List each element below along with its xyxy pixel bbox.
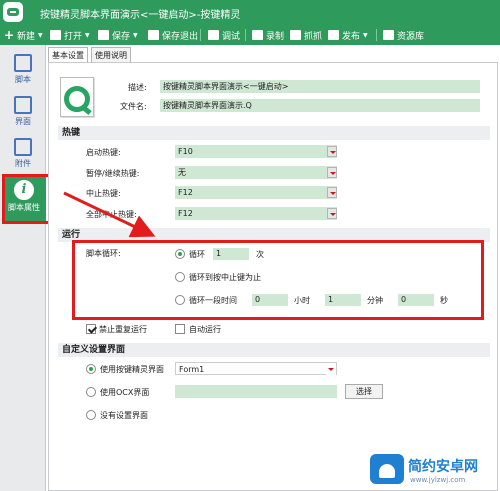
toolbar-divider bbox=[200, 29, 201, 41]
new-button[interactable]: + 新建 ▼ bbox=[4, 27, 43, 43]
highlight-box-loop-settings bbox=[72, 240, 484, 320]
sidebar: 脚本 界面 附件 脚本属性 bbox=[0, 45, 46, 491]
window-title: 按键精灵脚本界面演示<一键启动>-按键精灵 bbox=[40, 10, 241, 21]
chevron-down-icon: ▼ bbox=[85, 31, 90, 39]
form-select[interactable]: Form1 bbox=[175, 362, 337, 375]
no-repeat-label: 禁止重复运行 bbox=[99, 325, 147, 334]
use-ocx-ui-label: 使用OCX界面 bbox=[100, 388, 150, 397]
resource-library-button[interactable]: 资源库 bbox=[383, 27, 424, 43]
no-ui-label: 没有设置界面 bbox=[100, 411, 148, 420]
publish-icon bbox=[328, 30, 339, 40]
interface-icon bbox=[14, 96, 32, 114]
debug-play-icon bbox=[208, 30, 219, 40]
hotkeys-section-header: 热键 bbox=[58, 126, 490, 140]
resource-icon bbox=[383, 30, 394, 40]
open-button[interactable]: 打开 ▼ bbox=[50, 27, 90, 43]
save-icon bbox=[98, 30, 109, 40]
chevron-down-icon: ▼ bbox=[38, 31, 43, 39]
chevron-down-icon: ▼ bbox=[133, 31, 138, 39]
stop-all-hotkey-label: 全部中止热键: bbox=[86, 210, 137, 219]
sidebar-item-interface[interactable]: 界面 bbox=[4, 92, 42, 132]
script-icon bbox=[14, 54, 32, 72]
use-builtin-ui-radio[interactable] bbox=[86, 364, 96, 374]
tab-usage-notes[interactable]: 使用说明 bbox=[91, 47, 131, 62]
chevron-down-icon[interactable] bbox=[327, 167, 337, 178]
filename-label: 文件名: bbox=[120, 102, 147, 111]
toolbar-divider bbox=[376, 29, 377, 41]
stop-hotkey-select[interactable]: F12 bbox=[175, 186, 337, 199]
use-builtin-ui-label: 使用按键精灵界面 bbox=[100, 365, 164, 374]
auto-run-label: 自动运行 bbox=[189, 325, 221, 334]
ocx-path-field[interactable] bbox=[175, 385, 337, 398]
start-hotkey-select[interactable]: F10 bbox=[175, 145, 337, 158]
toolbar: + 新建 ▼ 打开 ▼ 保存 ▼ 保存退出 调试 录制 抓抓 发布 ▼ 资源库 bbox=[0, 25, 500, 45]
pause-hotkey-select[interactable]: 无 bbox=[175, 166, 337, 179]
start-hotkey-label: 启动热键: bbox=[86, 148, 121, 157]
attachment-icon bbox=[14, 138, 32, 156]
chevron-down-icon[interactable] bbox=[327, 146, 337, 157]
no-ui-radio[interactable] bbox=[86, 410, 96, 420]
stop-all-hotkey-select[interactable]: F12 bbox=[175, 207, 337, 220]
grab-icon bbox=[290, 30, 301, 40]
description-label: 描述: bbox=[128, 83, 147, 92]
chevron-down-icon[interactable] bbox=[326, 364, 336, 375]
watermark-logo-icon bbox=[370, 454, 404, 484]
record-button[interactable]: 录制 bbox=[252, 27, 284, 43]
auto-run-checkbox[interactable] bbox=[175, 324, 185, 334]
use-ocx-ui-radio[interactable] bbox=[86, 387, 96, 397]
no-repeat-checkbox[interactable] bbox=[86, 324, 96, 334]
sidebar-item-attachment[interactable]: 附件 bbox=[4, 134, 42, 174]
save-exit-icon bbox=[148, 30, 159, 40]
pause-hotkey-label: 暂停/继续热键: bbox=[86, 169, 140, 178]
save-button[interactable]: 保存 ▼ bbox=[98, 27, 138, 43]
script-file-icon bbox=[60, 77, 94, 117]
tab-basic-settings[interactable]: 基本设置 bbox=[48, 47, 88, 62]
custom-ui-section-header: 自定义设置界面 bbox=[58, 343, 490, 357]
toolbar-divider bbox=[245, 29, 246, 41]
debug-button[interactable]: 调试 bbox=[208, 27, 240, 43]
description-field[interactable]: 按键精灵脚本界面演示<一键启动> bbox=[160, 80, 480, 93]
plus-icon: + bbox=[4, 28, 15, 42]
publish-button[interactable]: 发布 ▼ bbox=[328, 27, 368, 43]
app-logo-icon bbox=[3, 2, 23, 22]
chevron-down-icon: ▼ bbox=[363, 31, 368, 39]
camera-icon bbox=[252, 30, 263, 40]
sidebar-item-script[interactable]: 脚本 bbox=[4, 50, 42, 90]
chevron-down-icon[interactable] bbox=[327, 208, 337, 219]
folder-icon bbox=[50, 30, 61, 40]
select-ocx-button[interactable]: 选择 bbox=[345, 384, 383, 399]
filename-field[interactable]: 按键精灵脚本界面演示.Q bbox=[160, 99, 480, 112]
watermark-title: 简约安卓网 bbox=[408, 459, 478, 475]
watermark-url: www.jylzwj.com bbox=[410, 476, 466, 484]
grab-button[interactable]: 抓抓 bbox=[290, 27, 322, 43]
stop-hotkey-label: 中止热键: bbox=[86, 189, 121, 198]
title-bar: 按键精灵脚本界面演示<一键启动>-按键精灵 bbox=[0, 0, 500, 25]
save-exit-button[interactable]: 保存退出 bbox=[148, 27, 198, 43]
chevron-down-icon[interactable] bbox=[327, 187, 337, 198]
